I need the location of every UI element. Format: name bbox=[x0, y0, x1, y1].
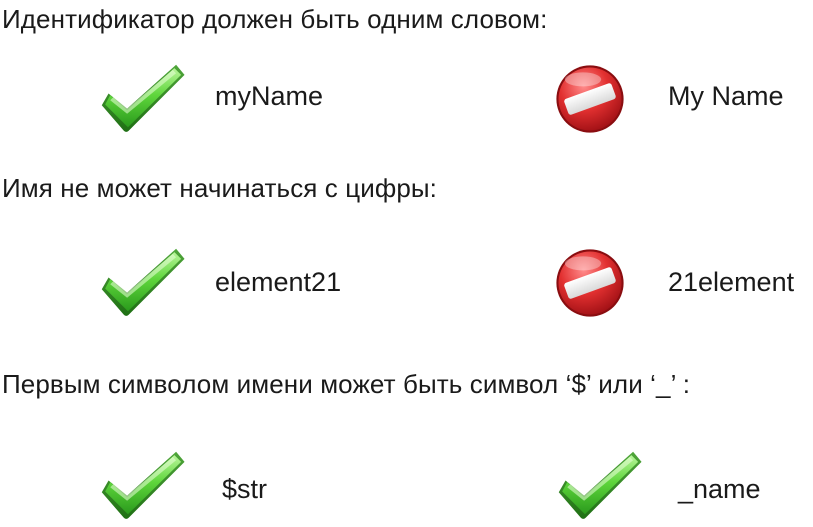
section-2-heading: Имя не может начинаться с цифры: bbox=[2, 173, 437, 203]
check-icon bbox=[101, 248, 185, 316]
valid-example-element21: element21 bbox=[215, 267, 342, 297]
check-icon bbox=[558, 451, 642, 519]
valid-example-str: $str bbox=[222, 474, 268, 504]
invalid-example-my-name: My Name bbox=[668, 81, 784, 111]
section-1-heading: Идентификатор должен быть одним словом: bbox=[2, 4, 548, 34]
invalid-example-21element: 21element bbox=[668, 267, 795, 297]
valid-example-myName: myName bbox=[215, 81, 324, 111]
valid-example-underscore-name: _name bbox=[678, 474, 761, 504]
section-3-heading: Первым символом имени может быть символ … bbox=[2, 369, 691, 399]
forbidden-icon bbox=[556, 249, 624, 317]
check-icon bbox=[101, 64, 185, 132]
check-icon bbox=[101, 451, 185, 519]
forbidden-icon bbox=[556, 65, 624, 133]
